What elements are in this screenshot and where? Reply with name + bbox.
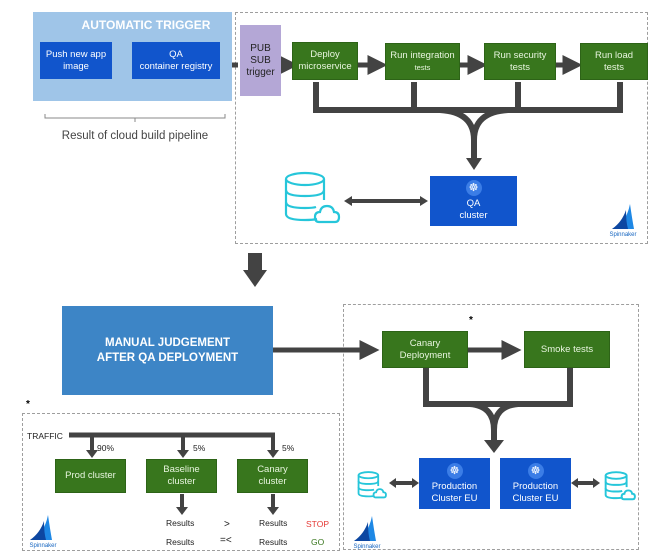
- qa-registry-line2: container registry: [139, 60, 213, 72]
- qa-cluster-line1: QA: [466, 198, 481, 209]
- baseline-results-1: Results: [166, 518, 195, 528]
- canary-results-2: Results: [259, 537, 288, 547]
- stage-label: Run integration: [390, 49, 455, 61]
- spinnaker-logo: Spinnaker: [26, 513, 60, 549]
- pubsub-line1: PUB: [250, 42, 271, 54]
- pubsub-trigger: PUB SUB trigger: [240, 25, 281, 96]
- prod-cluster-label: Prod cluster: [65, 470, 116, 481]
- prod-cluster-line1: Production: [431, 480, 478, 492]
- stage-label: Run security: [493, 49, 547, 61]
- production-merge-brace: [423, 368, 573, 407]
- manual-judgement-line2: AFTER QA DEPLOYMENT: [96, 351, 239, 364]
- qa-cluster-line2: cluster: [459, 210, 488, 221]
- canary-deployment-line1: Canary: [409, 337, 441, 349]
- canary-cluster-line2: cluster: [258, 476, 287, 487]
- spinnaker-logo: Spinnaker: [606, 202, 640, 238]
- pubsub-line3: trigger: [246, 66, 275, 78]
- smoke-tests-step: Smoke tests: [524, 331, 610, 368]
- kubernetes-icon: ☸: [527, 462, 544, 479]
- split-baseline: 5%: [193, 443, 206, 453]
- production-cluster-2: ☸ Production Cluster EU: [500, 458, 571, 509]
- baseline-cluster-line1: Baseline: [163, 464, 200, 475]
- stage-label: microservice: [298, 61, 352, 72]
- pipeline-caption: Result of cloud build pipeline: [61, 130, 209, 142]
- canary-cluster: Canary cluster: [237, 459, 308, 493]
- cloud-database-icon: [284, 171, 341, 224]
- prod-cluster-line2: Cluster EU: [512, 492, 559, 504]
- canary-cluster-line1: Canary: [257, 464, 288, 475]
- push-image-label: Push new app image: [45, 48, 107, 72]
- stage-deploy-microservice: Deploy microservice: [292, 42, 358, 80]
- stage-label: tests: [509, 61, 531, 73]
- smoke-tests-label: Smoke tests: [540, 343, 594, 355]
- caption-bracket: [44, 114, 226, 122]
- canary-deployment-step: Canary Deployment: [382, 331, 468, 368]
- split-prod: 90%: [97, 443, 115, 453]
- comparator-less-equal: =<: [220, 535, 232, 546]
- spinnaker-text: Spinnaker: [353, 544, 381, 550]
- traffic-label: TRAFFIC: [27, 431, 63, 441]
- prod-cluster-line1: Production: [512, 480, 559, 492]
- stage-label: tests: [414, 62, 431, 72]
- canary-deployment-line2: Deployment: [399, 349, 451, 361]
- comparator-greater: >: [224, 519, 230, 530]
- stage-label: Run load: [594, 49, 634, 61]
- kubernetes-icon: ☸: [465, 180, 482, 196]
- split-canary: 5%: [282, 443, 295, 453]
- manual-judgement-line1: MANUAL JUDGEMENT: [104, 336, 230, 349]
- qa-registry-step: QA container registry: [132, 42, 220, 79]
- cloud-database-icon: [604, 471, 636, 501]
- automatic-trigger-title: AUTOMATIC TRIGGER: [81, 18, 211, 32]
- stages-merge-brace: [313, 82, 623, 113]
- outcome-stop: STOP: [306, 519, 329, 529]
- stage-security-tests: Run security tests: [484, 43, 556, 80]
- stage-label: tests: [603, 61, 625, 73]
- production-cluster-1: ☸ Production Cluster EU: [419, 458, 490, 509]
- kubernetes-icon: ☸: [446, 462, 463, 479]
- manual-judgement: MANUAL JUDGEMENT AFTER QA DEPLOYMENT: [62, 306, 273, 395]
- down-arrow-to-manual: [248, 253, 262, 271]
- spinnaker-logo: Spinnaker: [350, 514, 384, 550]
- outcome-go: GO: [311, 537, 325, 547]
- pubsub-line2: SUB: [250, 54, 271, 66]
- stage-load-tests: Run load tests: [580, 43, 648, 80]
- canary-detail-asterisk: *: [26, 399, 30, 410]
- push-image-step: Push new app image: [40, 42, 112, 79]
- qa-registry-line1: QA: [169, 48, 183, 60]
- stage-integration-tests: Run integration tests: [385, 43, 460, 80]
- baseline-results-2: Results: [166, 537, 195, 547]
- prod-cluster: Prod cluster: [55, 459, 126, 493]
- spinnaker-text: Spinnaker: [29, 543, 57, 549]
- qa-cluster: ☸ QA cluster: [430, 176, 517, 226]
- stage-label: Deploy: [310, 49, 340, 60]
- baseline-cluster-line2: cluster: [167, 476, 196, 487]
- cloud-database-icon: [357, 471, 387, 499]
- prod-cluster-line2: Cluster EU: [431, 492, 478, 504]
- baseline-cluster: Baseline cluster: [146, 459, 217, 493]
- spinnaker-text: Spinnaker: [609, 232, 637, 238]
- canary-results-1: Results: [259, 518, 288, 528]
- canary-asterisk: *: [469, 315, 473, 326]
